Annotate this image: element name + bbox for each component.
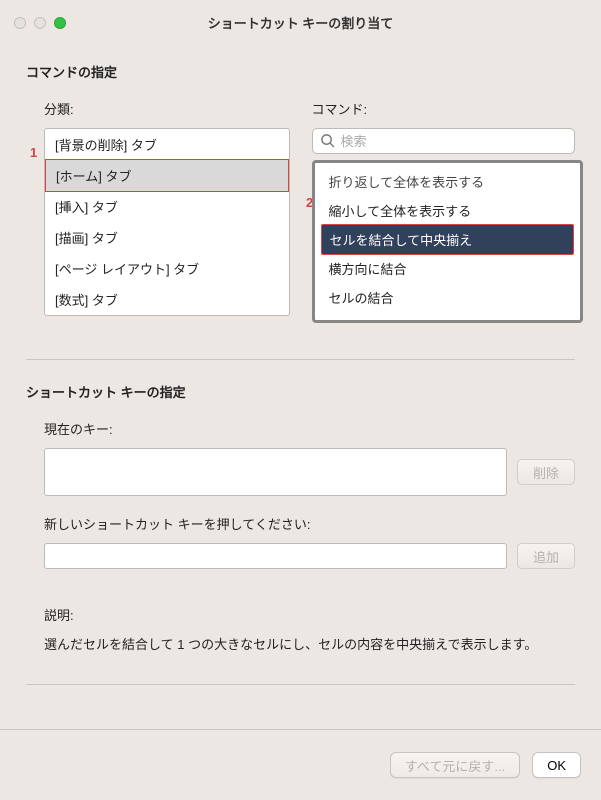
category-item[interactable]: [ページ レイアウト] タブ — [45, 253, 289, 284]
titlebar: ショートカット キーの割り当て — [0, 0, 601, 46]
category-column: 分類: [背景の削除] タブ [ホーム] タブ [挿入] タブ [描画] タブ … — [26, 99, 290, 323]
content-area: コマンドの指定 1 2 分類: [背景の削除] タブ [ホーム] タブ [挿入]… — [0, 46, 601, 729]
window-controls — [14, 17, 66, 29]
new-key-field[interactable] — [44, 543, 507, 569]
command-list-popup: 折り返して全体を表示する 縮小して全体を表示する セルを結合して中央揃え 横方向… — [312, 160, 584, 323]
category-item-selected[interactable]: [ホーム] タブ — [45, 159, 289, 192]
command-label: コマンド: — [312, 99, 576, 118]
maximize-window-button[interactable] — [54, 17, 66, 29]
ok-button[interactable]: OK — [532, 752, 581, 778]
footer: すべて元に戻す... OK — [0, 729, 601, 800]
description-text: 選んだセルを結合して 1 つの大きなセルにし、セルの内容を中央揃えで表示します。 — [44, 634, 575, 656]
search-input[interactable] — [312, 128, 576, 154]
command-item[interactable]: 横方向に結合 — [321, 254, 575, 283]
command-item[interactable]: 折り返して全体を表示する — [321, 167, 575, 196]
search-icon — [320, 133, 335, 148]
reset-all-button[interactable]: すべて元に戻す... — [390, 752, 520, 778]
current-key-field[interactable] — [44, 448, 507, 496]
current-key-label: 現在のキー: — [44, 419, 575, 438]
divider — [26, 684, 575, 685]
command-item-selected[interactable]: セルを結合して中央揃え — [321, 224, 575, 255]
annotation-marker-1: 1 — [30, 145, 37, 160]
category-item[interactable]: [数式] タブ — [45, 284, 289, 315]
category-list[interactable]: [背景の削除] タブ [ホーム] タブ [挿入] タブ [描画] タブ [ページ… — [44, 128, 290, 316]
window-title: ショートカット キーの割り当て — [0, 13, 601, 32]
command-item[interactable]: 縮小して全体を表示する — [321, 196, 575, 225]
category-label: 分類: — [44, 99, 290, 118]
description-label: 説明: — [44, 605, 575, 624]
add-button[interactable]: 追加 — [517, 543, 575, 569]
command-item[interactable]: セルの結合 — [321, 283, 575, 312]
section-command-title: コマンドの指定 — [26, 62, 575, 81]
delete-button[interactable]: 削除 — [517, 459, 575, 485]
description-block: 説明: 選んだセルを結合して 1 つの大きなセルにし、セルの内容を中央揃えで表示… — [44, 605, 575, 656]
command-column: コマンド: 折り返して全体を表示する 縮小して全体を表示する セルを結合して中央… — [312, 99, 576, 323]
section-shortcut-title: ショートカット キーの指定 — [26, 382, 575, 401]
category-item[interactable]: [描画] タブ — [45, 222, 289, 253]
minimize-window-button[interactable] — [34, 17, 46, 29]
close-window-button[interactable] — [14, 17, 26, 29]
category-item[interactable]: [背景の削除] タブ — [45, 129, 289, 160]
search-wrap — [312, 128, 576, 154]
section-shortcut: ショートカット キーの指定 現在のキー: 削除 新しいショートカット キーを押し… — [26, 360, 575, 674]
category-item[interactable]: [挿入] タブ — [45, 191, 289, 222]
press-key-label: 新しいショートカット キーを押してください: — [44, 514, 575, 533]
